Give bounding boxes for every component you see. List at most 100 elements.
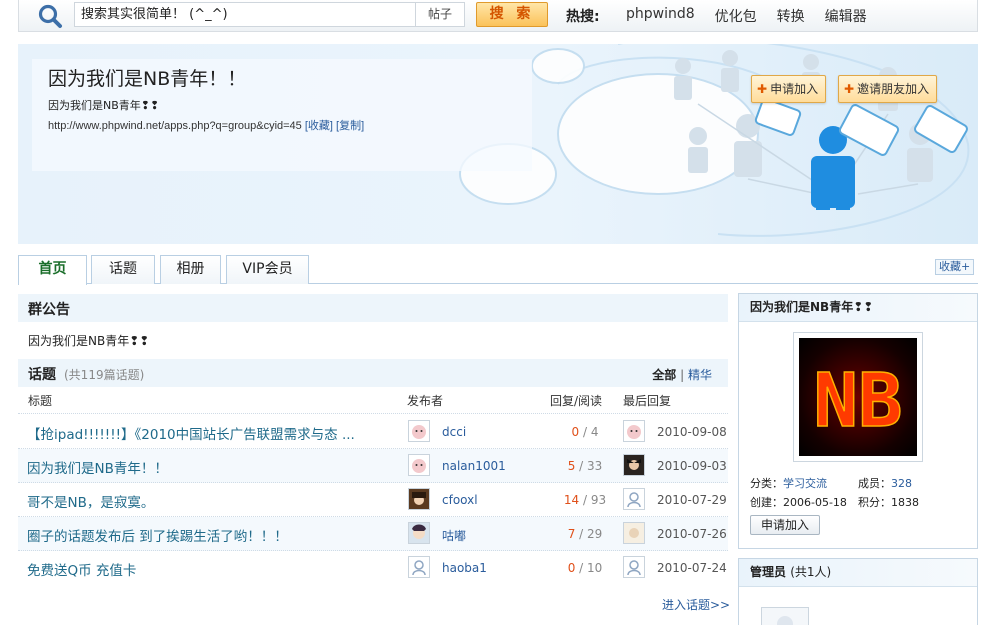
admin-heading: 管理员 bbox=[750, 565, 787, 579]
author-avatar[interactable] bbox=[408, 556, 430, 578]
category-link[interactable]: 学习交流 bbox=[783, 477, 827, 490]
admin-card: 管理员 (共1人) bbox=[738, 558, 978, 625]
author-avatar[interactable] bbox=[408, 420, 430, 442]
topic-title[interactable]: 免费送Q币 充值卡 bbox=[27, 559, 136, 579]
members-label: 成员： bbox=[858, 477, 891, 490]
hot-link[interactable]: 优化包 bbox=[715, 6, 757, 26]
hot-link[interactable]: 编辑器 bbox=[825, 6, 867, 26]
table-row: 因为我们是NB青年！！ nalan1001 5 / 33 2010-09-03 bbox=[18, 449, 728, 483]
points-value: 1838 bbox=[891, 496, 919, 509]
group-points: 积分：1838 bbox=[858, 494, 919, 510]
group-card: 因为我们是NB青年❢❢ NB 分类：学习交流 成员：328 创建：2006-05… bbox=[738, 293, 978, 549]
tab-home[interactable]: 首页 bbox=[18, 255, 87, 285]
enter-topics-link[interactable]: 进入话题>> bbox=[662, 596, 730, 613]
sidebar-join-button[interactable]: 申请加入 bbox=[750, 515, 821, 535]
topic-stats: 7 / 29 bbox=[550, 527, 620, 541]
author-avatar[interactable] bbox=[408, 522, 430, 544]
plus-icon: ✚ bbox=[844, 82, 855, 96]
announcement-header: 群公告 bbox=[18, 294, 728, 322]
last-reply-avatar[interactable] bbox=[623, 522, 645, 544]
last-reply-date: 2010-09-03 bbox=[657, 459, 727, 473]
hot-link[interactable]: 转换 bbox=[777, 6, 805, 26]
last-reply-date: 2010-07-29 bbox=[657, 493, 727, 507]
column-last-reply: 最后回复 bbox=[623, 394, 672, 408]
tab-album[interactable]: 相册 bbox=[160, 255, 221, 284]
topic-stats: 14 / 93 bbox=[550, 493, 620, 507]
join-group-button[interactable]: ✚ 申请加入 bbox=[751, 75, 827, 103]
topic-author[interactable]: 咕嘟 bbox=[442, 527, 466, 544]
view-count: / 33 bbox=[579, 459, 603, 473]
table-row: 免费送Q币 充值卡 haoba1 0 / 10 2010-07-24 bbox=[18, 551, 728, 585]
admin-card-title: 管理员 (共1人) bbox=[739, 559, 977, 587]
reply-count: 0 bbox=[571, 425, 580, 439]
search-icon[interactable] bbox=[37, 3, 63, 29]
view-count: / 10 bbox=[579, 561, 603, 575]
author-avatar[interactable] bbox=[408, 454, 430, 476]
search-type-select[interactable]: 帖子 bbox=[415, 2, 465, 27]
last-reply-avatar[interactable] bbox=[623, 420, 645, 442]
topic-stats: 0 / 4 bbox=[550, 425, 620, 439]
category-label: 分类： bbox=[750, 477, 783, 490]
topic-title[interactable]: 因为我们是NB青年！！ bbox=[27, 457, 168, 477]
topic-title[interactable]: 圈子的话题发布后 到了挨踢生活了哟！！！ bbox=[27, 525, 288, 545]
last-reply-avatar[interactable] bbox=[623, 454, 645, 476]
topic-author[interactable]: cfooxl bbox=[442, 493, 478, 507]
author-avatar[interactable] bbox=[408, 488, 430, 510]
members-link[interactable]: 328 bbox=[891, 477, 912, 490]
topics-header: 话题 (共119篇话题) 全部 | 精华 bbox=[18, 359, 728, 387]
last-reply-avatar[interactable] bbox=[623, 488, 645, 510]
group-logo-frame[interactable]: NB bbox=[793, 332, 923, 462]
tab-vip[interactable]: VIP会员 bbox=[226, 255, 309, 284]
table-row: 【抢ipad!!!!!!!】《2010中国站长广告联盟需求与态 ... dcci… bbox=[18, 415, 728, 449]
table-row: 哥不是NB，是寂寞。 cfooxl 14 / 93 2010-07-29 bbox=[18, 483, 728, 517]
last-reply-avatar[interactable] bbox=[623, 556, 645, 578]
group-title: 因为我们是NB青年！！ bbox=[48, 68, 247, 90]
topic-author[interactable]: nalan1001 bbox=[442, 459, 506, 473]
topic-filter: 全部 | 精华 bbox=[652, 366, 712, 383]
tab-topics[interactable]: 话题 bbox=[91, 255, 155, 284]
topics-title: 话题 (共119篇话题) bbox=[28, 364, 144, 384]
nb-logo-text: NB bbox=[813, 358, 902, 444]
top-search-bar: 搜索其实很简单！ (^_^) 帖子 搜 索 热搜: phpwind8 优化包 转… bbox=[18, 0, 978, 32]
admin-avatar[interactable] bbox=[761, 607, 809, 625]
filter-digest[interactable]: 精华 bbox=[688, 368, 712, 382]
reply-count: 5 bbox=[567, 459, 576, 473]
filter-all[interactable]: 全部 bbox=[652, 368, 676, 382]
last-reply-date: 2010-07-26 bbox=[657, 527, 727, 541]
topic-author[interactable]: haoba1 bbox=[442, 561, 487, 575]
favorite-button[interactable]: 收藏+ bbox=[935, 259, 975, 275]
table-row: 圈子的话题发布后 到了挨踢生活了哟！！！ 咕嘟 7 / 29 2010-07-2… bbox=[18, 517, 728, 551]
last-reply-date: 2010-09-08 bbox=[657, 425, 727, 439]
copy-link[interactable]: [复制] bbox=[336, 120, 364, 132]
invite-friends-label: 邀请朋友加入 bbox=[857, 82, 930, 96]
group-url[interactable]: http://www.phpwind.net/apps.php?q=group&… bbox=[48, 120, 302, 132]
hot-link[interactable]: phpwind8 bbox=[626, 6, 695, 26]
reply-count: 0 bbox=[567, 561, 576, 575]
points-label: 积分： bbox=[858, 496, 891, 509]
topic-stats: 0 / 10 bbox=[550, 561, 620, 575]
group-created: 创建：2006-05-18 bbox=[750, 494, 847, 510]
divider bbox=[18, 413, 728, 414]
view-count: / 29 bbox=[579, 527, 603, 541]
topic-title[interactable]: 【抢ipad!!!!!!!】《2010中国站长广告联盟需求与态 ... bbox=[27, 423, 355, 443]
topic-stats: 5 / 33 bbox=[550, 459, 620, 473]
topic-author[interactable]: dcci bbox=[442, 425, 466, 439]
group-url-line: http://www.phpwind.net/apps.php?q=group&… bbox=[48, 117, 364, 133]
favorite-link[interactable]: [收藏] bbox=[305, 120, 333, 132]
admin-count: (共1人) bbox=[790, 565, 832, 579]
invite-friends-button[interactable]: ✚ 邀请朋友加入 bbox=[838, 75, 938, 103]
group-tabs: 首页 话题 相册 VIP会员 bbox=[18, 255, 978, 285]
search-button[interactable]: 搜 索 bbox=[476, 2, 548, 27]
group-banner: 因为我们是NB青年！！ 因为我们是NB青年❢❢ http://www.phpwi… bbox=[18, 44, 978, 244]
created-date: 2006-05-18 bbox=[783, 496, 847, 509]
join-group-label: 申请加入 bbox=[770, 82, 819, 96]
last-reply-date: 2010-07-24 bbox=[657, 561, 727, 575]
view-count: / 4 bbox=[582, 425, 599, 439]
search-input[interactable]: 搜索其实很简单！ (^_^) bbox=[74, 2, 415, 27]
reply-count: 7 bbox=[567, 527, 576, 541]
created-label: 创建： bbox=[750, 496, 783, 509]
announcement-text: 因为我们是NB青年❢❢ bbox=[28, 334, 150, 348]
topics-heading: 话题 bbox=[28, 367, 56, 383]
group-card-title: 因为我们是NB青年❢❢ bbox=[739, 294, 977, 322]
topic-title[interactable]: 哥不是NB，是寂寞。 bbox=[27, 491, 154, 511]
